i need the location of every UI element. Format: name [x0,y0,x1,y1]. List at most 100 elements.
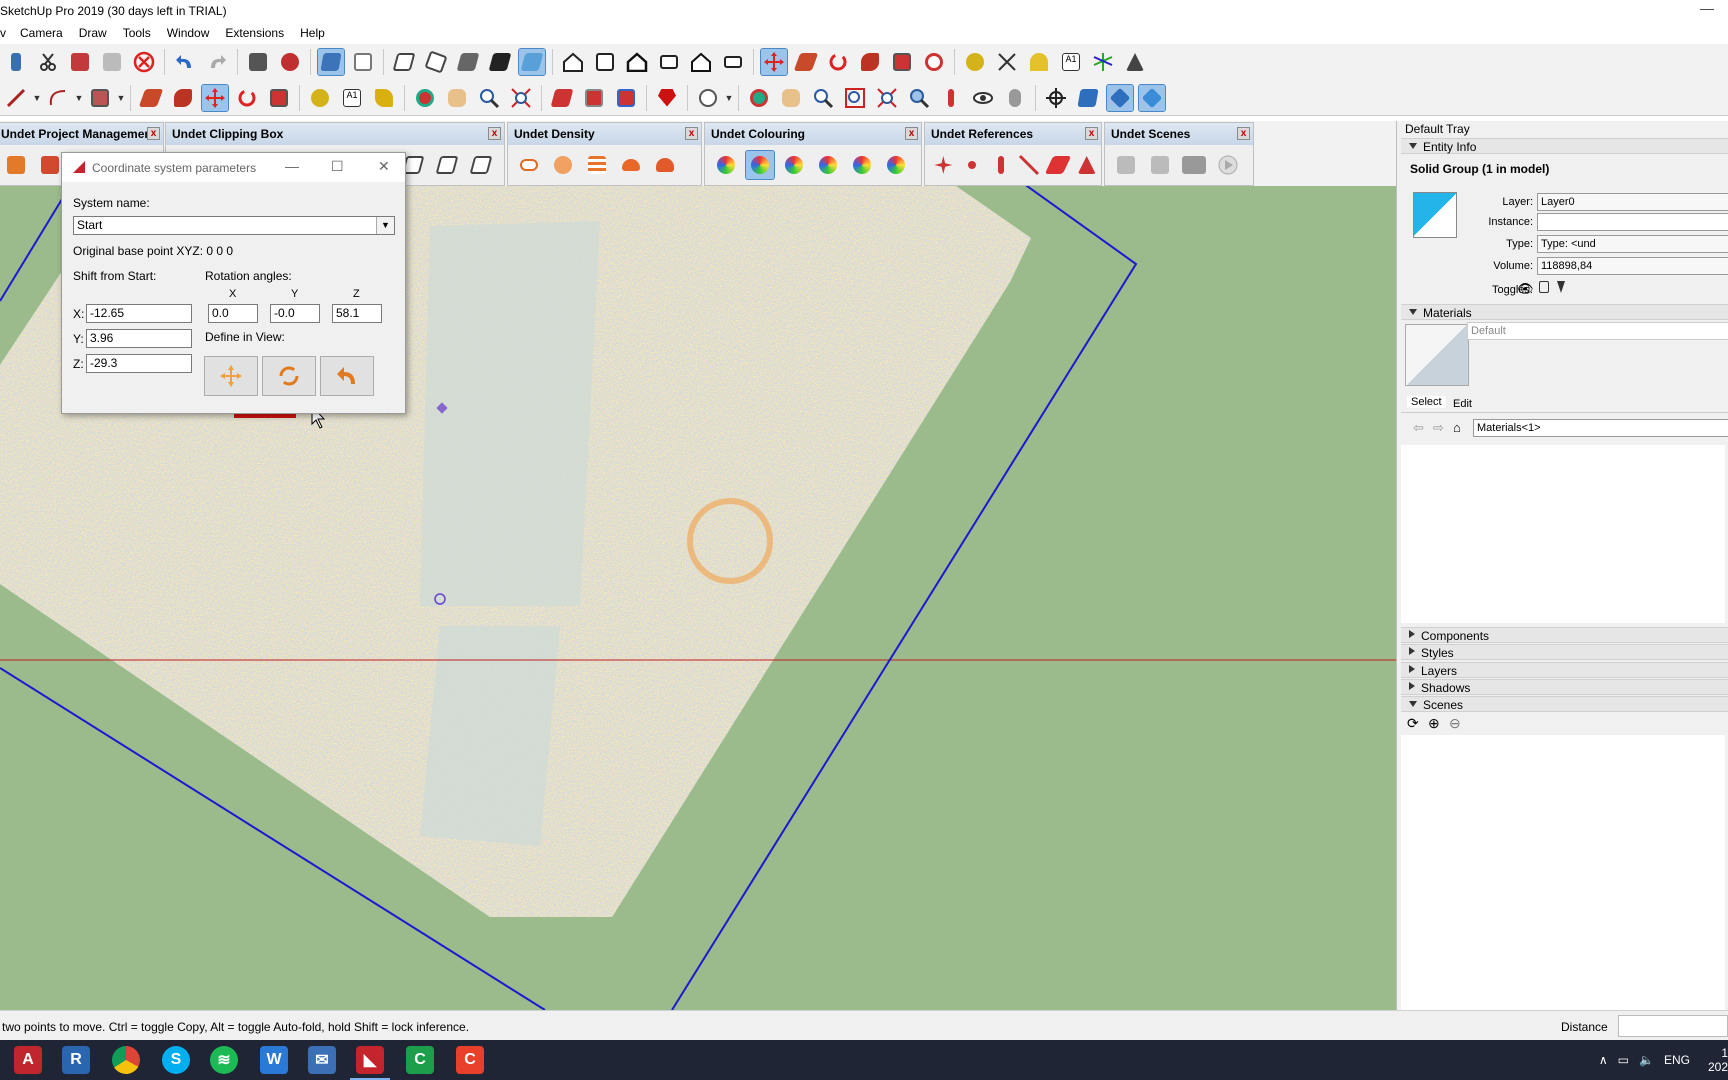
chevron-down-icon[interactable]: ▼ [376,217,394,234]
zoom-window-icon[interactable] [842,85,868,111]
density-settings-icon[interactable] [549,151,577,179]
redo-icon[interactable] [204,49,230,75]
walk-icon[interactable] [938,85,964,111]
clip-box-reset-icon[interactable] [467,151,495,179]
undo-icon[interactable] [172,49,198,75]
scale-icon[interactable] [266,85,292,111]
back-icon[interactable]: ⇦ [1413,420,1424,436]
system-name-select[interactable]: Start ▼ [73,216,395,235]
orbit-icon[interactable] [412,85,438,111]
close-icon[interactable]: x [1085,127,1098,140]
wireframe-icon[interactable] [391,49,417,75]
copy-icon[interactable] [67,49,93,75]
colour-intensity-icon[interactable] [745,150,775,180]
ruby-icon[interactable] [654,85,680,111]
rot-y-input[interactable]: -0.0 [270,304,320,323]
reset-button[interactable] [320,356,374,396]
minimize-button[interactable]: — [1700,0,1714,16]
close-icon[interactable]: x [905,127,918,140]
axes-icon[interactable] [1090,49,1116,75]
mail-icon[interactable]: ✉ [308,1046,336,1074]
paint-bucket-icon[interactable] [371,85,397,111]
section-layers[interactable]: Layers [1401,662,1728,678]
snap-line-icon[interactable] [1018,151,1041,179]
colour-settings-icon[interactable] [882,151,910,179]
snap-point-icon[interactable] [961,151,984,179]
cloud-dense-icon[interactable] [651,151,679,179]
front-view-icon[interactable] [624,49,650,75]
section-styles[interactable]: Styles [1401,644,1728,660]
crosshair-icon[interactable] [1043,85,1069,111]
rot-z-input[interactable]: 58.1 [332,304,382,323]
recorder-icon[interactable]: C [456,1046,484,1074]
move-icon[interactable] [201,83,229,112]
previous-view-icon[interactable] [906,85,932,111]
section-scenes[interactable]: Scenes [1401,696,1728,712]
section-cut-icon[interactable] [581,85,607,111]
remove-scene-icon[interactable]: ⊖ [1449,715,1461,732]
cloud-outline-icon[interactable] [515,151,543,179]
close-icon[interactable]: x [488,127,501,140]
refresh-scenes-icon[interactable]: ⟳ [1407,715,1419,732]
instance-field[interactable] [1537,213,1728,231]
chevron-down-icon[interactable]: ▼ [74,93,84,103]
menu-camera[interactable]: Camera [12,26,71,40]
section-shadows[interactable]: Shadows [1401,679,1728,695]
save-icon[interactable] [3,49,29,75]
shaded-icon[interactable] [455,49,481,75]
shift-x-input[interactable]: -12.65 [86,304,192,323]
network-icon[interactable]: ▭ [1618,1053,1629,1067]
cut-icon[interactable] [35,49,61,75]
pan-icon[interactable] [778,85,804,111]
close-icon[interactable]: x [1237,127,1250,140]
rotate-icon[interactable] [234,85,260,111]
snap-plane-icon[interactable] [1044,151,1072,179]
menu-extensions[interactable]: Extensions [217,26,292,40]
component-box-icon[interactable] [1106,83,1134,112]
section-components[interactable]: Components [1401,627,1728,643]
zoom-extents-icon[interactable] [874,85,900,111]
left-view-icon[interactable] [720,49,746,75]
rotate-icon[interactable] [825,49,851,75]
back-edges-icon[interactable] [350,49,376,75]
colour-height-icon[interactable] [780,151,808,179]
measurements-input[interactable] [1618,1015,1728,1037]
snap-edge-icon[interactable] [989,151,1012,179]
chevron-down-icon[interactable]: ▼ [724,93,734,103]
paste-icon[interactable] [99,49,125,75]
position-camera-icon[interactable] [746,85,772,111]
shaded-textures-icon[interactable] [487,49,513,75]
scene-remove-icon[interactable] [1146,151,1174,179]
visibility-eye-icon[interactable]: 👁 [1517,281,1534,297]
rot-x-input[interactable]: 0.0 [208,304,258,323]
right-view-icon[interactable] [656,49,682,75]
text-icon[interactable]: A1 [339,85,365,111]
section-materials[interactable]: Materials [1401,304,1728,320]
section-entity-info[interactable]: Entity Info [1401,138,1728,154]
input-language[interactable]: ENG [1664,1053,1690,1067]
revit-icon[interactable]: R [62,1046,90,1074]
close-icon[interactable]: x [685,127,698,140]
top-view-icon[interactable] [592,49,618,75]
menu-view[interactable]: v [0,26,12,40]
hidden-line-icon[interactable] [423,49,449,75]
shift-z-input[interactable]: -29.3 [86,354,192,373]
protractor-icon[interactable] [1026,49,1052,75]
follow-me-icon[interactable] [857,49,883,75]
look-around-icon[interactable] [970,85,996,111]
dimension-icon[interactable] [994,49,1020,75]
lock-icon[interactable] [1539,281,1549,293]
xray-icon[interactable] [317,48,345,76]
dialog-close-button[interactable]: ✕ [378,158,390,175]
clock[interactable]: 1 202 [1708,1046,1728,1074]
shift-y-input[interactable]: 3.96 [86,329,192,348]
colour-single-icon[interactable] [848,151,876,179]
section-plane-icon[interactable] [549,85,575,111]
scene-clapper-icon[interactable] [1180,151,1208,179]
pan-icon[interactable] [444,85,470,111]
snap-star-icon[interactable] [932,151,955,179]
materials-collection-dropdown[interactable]: Materials<1> [1473,419,1728,437]
shadow-toggle-icon[interactable] [1557,281,1565,293]
density-bars-icon[interactable] [583,151,611,179]
material-name-field[interactable]: Default [1467,322,1728,340]
